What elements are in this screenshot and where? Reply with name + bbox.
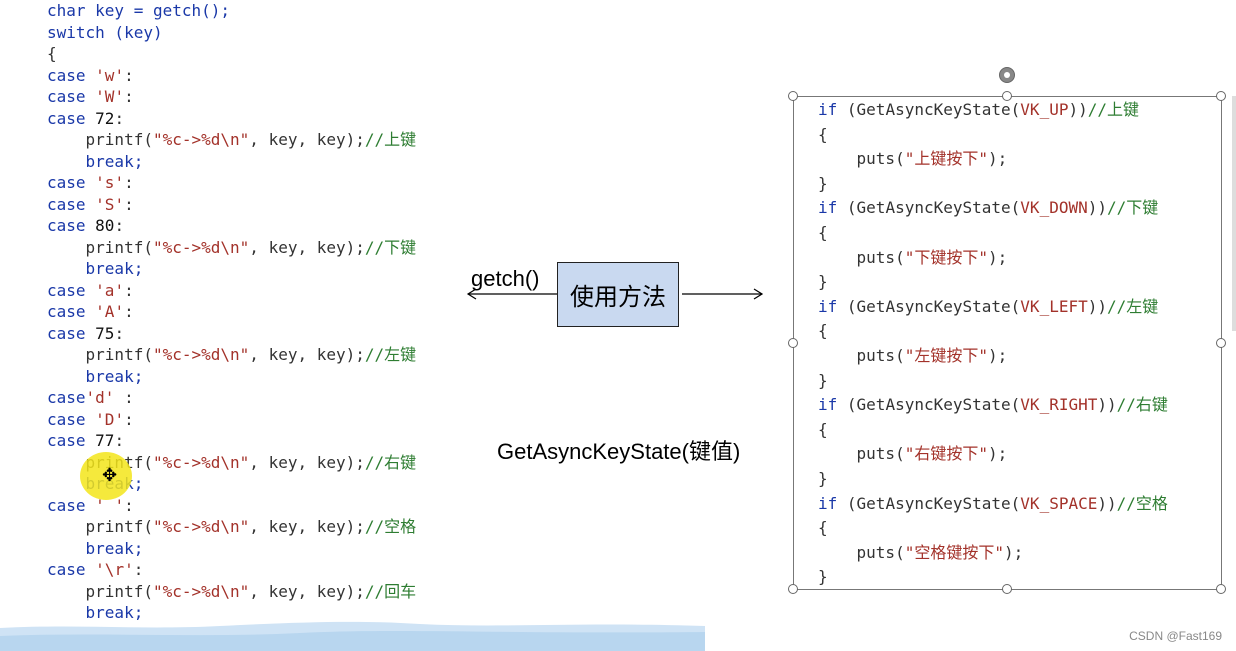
code-token: )) [1087, 296, 1107, 316]
code-token: //左键 [1107, 296, 1159, 316]
resize-handle-se[interactable] [1216, 584, 1226, 594]
code-token: (GetAsyncKeyState( [846, 100, 1021, 119]
code-line: if (GetAsyncKeyState(VK_SPACE))//空格 [818, 492, 1168, 517]
code-line: { [818, 319, 1168, 344]
resize-handle-w[interactable] [788, 338, 798, 348]
code-line: puts("右键按下"); [818, 442, 1168, 467]
code-line: } [818, 565, 1168, 590]
code-token: )) [1097, 493, 1117, 513]
code-line: } [818, 270, 1168, 295]
code-line: { [818, 221, 1168, 246]
code-token: VK_DOWN [1020, 198, 1088, 218]
code-line: { [818, 123, 1168, 148]
code-token: (GetAsyncKeyState( [846, 395, 1021, 415]
code-token: "空格键按下" [904, 542, 1004, 562]
usage-box-label: 使用方法 [570, 283, 666, 311]
resize-handle-ne[interactable] [1216, 91, 1226, 101]
code-token: "右键按下" [904, 444, 988, 464]
code-line: if (GetAsyncKeyState(VK_LEFT))//左键 [818, 295, 1168, 320]
code-token: if [818, 395, 847, 415]
code-token: } [818, 567, 828, 587]
code-token: //空格 [1116, 493, 1168, 513]
code-token: VK_UP [1020, 100, 1069, 119]
code-token: { [818, 222, 828, 242]
code-token: } [818, 173, 828, 193]
code-token: } [818, 272, 828, 292]
code-token: { [818, 518, 828, 538]
code-token: //右键 [1116, 395, 1168, 415]
watermark: CSDN @Fast169 [1129, 629, 1222, 643]
code-token: if [818, 493, 847, 513]
code-token: VK_SPACE [1020, 493, 1098, 513]
code-token: "左键按下" [904, 345, 988, 365]
code-token: { [818, 124, 828, 144]
code-line: } [818, 369, 1168, 394]
code-token: puts( [818, 345, 905, 365]
code-token: puts( [818, 247, 905, 267]
code-line: puts("左键按下"); [818, 344, 1168, 369]
code-token: )) [1068, 100, 1088, 119]
code-line: puts("空格键按下"); [818, 541, 1168, 566]
code-token: if [818, 100, 847, 119]
code-line: if (GetAsyncKeyState(VK_UP))//上键 [818, 98, 1168, 123]
code-token: //下键 [1107, 198, 1159, 218]
resize-handle-sw[interactable] [788, 584, 798, 594]
code-token: puts( [818, 444, 905, 464]
code-token: "下键按下" [904, 247, 988, 267]
code-token: VK_RIGHT [1020, 395, 1098, 415]
code-token: puts( [818, 542, 905, 562]
resize-handle-e[interactable] [1216, 338, 1226, 348]
edge-strip [1232, 96, 1236, 331]
code-token: if [818, 198, 847, 218]
code-token: puts( [818, 149, 905, 169]
right-code-block: if (GetAsyncKeyState(VK_UP))//上键{ puts("… [818, 98, 1168, 590]
rotate-handle-icon[interactable] [999, 67, 1015, 83]
code-token: VK_LEFT [1020, 296, 1088, 316]
getasynckeystate-label: GetAsyncKeyState(键值) [497, 439, 741, 464]
usage-box: 使用方法 [557, 262, 679, 327]
code-token: "上键按下" [904, 149, 988, 169]
code-token: ); [987, 247, 1008, 267]
code-token: { [818, 321, 828, 341]
code-line: if (GetAsyncKeyState(VK_DOWN))//下键 [818, 196, 1168, 221]
code-token: ); [987, 149, 1008, 169]
resize-handle-nw[interactable] [788, 91, 798, 101]
code-token: { [818, 419, 828, 439]
code-line: puts("下键按下"); [818, 246, 1168, 271]
code-line: puts("上键按下"); [818, 147, 1168, 172]
code-line: } [818, 172, 1168, 197]
getch-label: getch() [471, 266, 540, 291]
code-token: )) [1087, 198, 1107, 218]
code-line: if (GetAsyncKeyState(VK_RIGHT))//右键 [818, 393, 1168, 418]
code-token: ); [1003, 542, 1024, 562]
code-token: )) [1097, 395, 1117, 415]
code-token: (GetAsyncKeyState( [846, 493, 1021, 513]
code-token: } [818, 370, 828, 390]
code-line: { [818, 418, 1168, 443]
code-token: (GetAsyncKeyState( [846, 296, 1021, 316]
code-line: } [818, 467, 1168, 492]
code-token: (GetAsyncKeyState( [846, 198, 1021, 218]
code-token: //上键 [1087, 100, 1140, 119]
code-token: } [818, 468, 828, 488]
code-token: if [818, 296, 847, 316]
code-token: ); [987, 444, 1008, 464]
code-line: { [818, 516, 1168, 541]
code-token: ); [987, 345, 1008, 365]
